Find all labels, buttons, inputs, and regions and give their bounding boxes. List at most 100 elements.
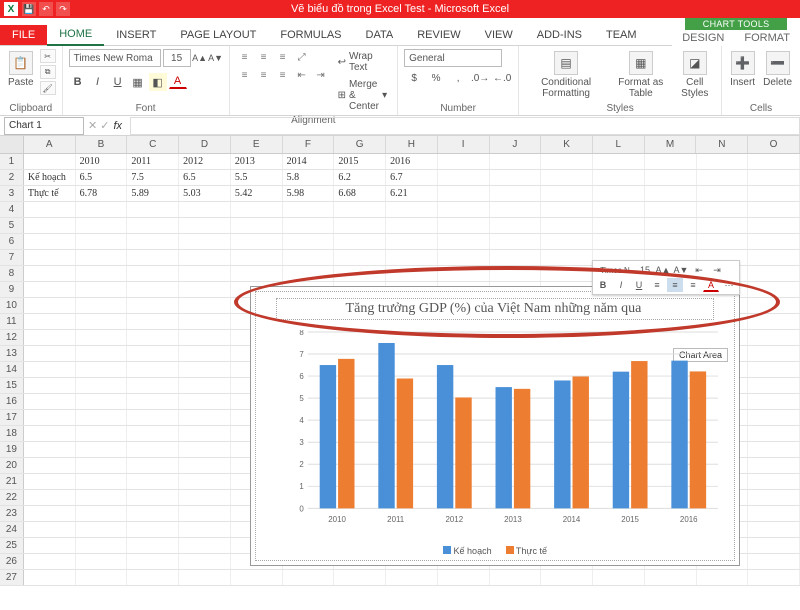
mini-align-right-icon[interactable]: ≡ [685, 278, 701, 292]
col-C[interactable]: C [127, 136, 179, 153]
row-header-25[interactable]: 25 [0, 538, 24, 553]
cell-A18[interactable] [24, 426, 76, 441]
cell-M4[interactable] [645, 202, 697, 217]
align-left-icon[interactable]: ≡ [236, 67, 254, 83]
cell-A8[interactable] [24, 266, 76, 281]
cell-H8[interactable] [386, 266, 438, 281]
cell-K6[interactable] [541, 234, 593, 249]
cell-B19[interactable] [76, 442, 128, 457]
cell-G5[interactable] [334, 218, 386, 233]
cell-F6[interactable] [283, 234, 335, 249]
cell-O11[interactable] [748, 314, 800, 329]
cell-D10[interactable] [179, 298, 231, 313]
row-header-10[interactable]: 10 [0, 298, 24, 313]
cell-I4[interactable] [438, 202, 490, 217]
qat-save-icon[interactable]: 💾 [22, 2, 36, 16]
font-size-selector[interactable]: 15 [163, 49, 191, 67]
worksheet[interactable]: A B C D E F G H I J K L M N O 1201020112… [0, 136, 800, 586]
cell-B21[interactable] [76, 474, 128, 489]
cell-A3[interactable]: Thực tế [24, 186, 76, 201]
cell-C9[interactable] [127, 282, 179, 297]
tab-view[interactable]: VIEW [473, 25, 525, 45]
col-J[interactable]: J [490, 136, 542, 153]
chart-title-text[interactable]: Tăng trưởng GDP (%) của Việt Nam những n… [346, 301, 642, 317]
col-G[interactable]: G [334, 136, 386, 153]
tab-chart-design[interactable]: DESIGN [672, 30, 734, 46]
cell-E3[interactable]: 5.42 [231, 186, 283, 201]
row-header-17[interactable]: 17 [0, 410, 24, 425]
grow-font-icon[interactable]: A▲ [193, 49, 207, 67]
cell-D21[interactable] [179, 474, 231, 489]
cell-L27[interactable] [593, 570, 645, 585]
cell-H7[interactable] [386, 250, 438, 265]
col-D[interactable]: D [179, 136, 231, 153]
cell-O25[interactable] [748, 538, 800, 553]
col-K[interactable]: K [541, 136, 593, 153]
cell-A21[interactable] [24, 474, 76, 489]
font-color-button[interactable]: A [169, 73, 187, 89]
row-header-27[interactable]: 27 [0, 570, 24, 585]
cell-B9[interactable] [76, 282, 128, 297]
cell-D15[interactable] [179, 378, 231, 393]
row-header-4[interactable]: 4 [0, 202, 24, 217]
cell-D12[interactable] [179, 330, 231, 345]
cell-B20[interactable] [76, 458, 128, 473]
row-header-18[interactable]: 18 [0, 426, 24, 441]
row-header-22[interactable]: 22 [0, 490, 24, 505]
cell-M6[interactable] [645, 234, 697, 249]
cell-D6[interactable] [179, 234, 231, 249]
row-header-20[interactable]: 20 [0, 458, 24, 473]
cell-I27[interactable] [438, 570, 490, 585]
cell-A13[interactable] [24, 346, 76, 361]
mini-grow-icon[interactable]: A▲ [655, 263, 671, 277]
cell-D20[interactable] [179, 458, 231, 473]
cell-D17[interactable] [179, 410, 231, 425]
cell-F2[interactable]: 5.8 [283, 170, 335, 185]
cell-A9[interactable] [24, 282, 76, 297]
cell-H2[interactable]: 6.7 [386, 170, 438, 185]
row-header-7[interactable]: 7 [0, 250, 24, 265]
qat-undo-icon[interactable]: ↶ [39, 2, 53, 16]
cell-I3[interactable] [438, 186, 490, 201]
cell-A16[interactable] [24, 394, 76, 409]
row-header-12[interactable]: 12 [0, 330, 24, 345]
cell-C12[interactable] [127, 330, 179, 345]
chart-title-box[interactable]: Tăng trưởng GDP (%) của Việt Nam những n… [276, 298, 714, 320]
shrink-font-icon[interactable]: A▼ [209, 49, 223, 67]
cell-G27[interactable] [334, 570, 386, 585]
tab-review[interactable]: REVIEW [405, 25, 472, 45]
cell-E4[interactable] [231, 202, 283, 217]
row-header-21[interactable]: 21 [0, 474, 24, 489]
percent-icon[interactable]: % [426, 69, 446, 87]
cell-K4[interactable] [541, 202, 593, 217]
cell-M3[interactable] [645, 186, 697, 201]
cell-C11[interactable] [127, 314, 179, 329]
cut-icon[interactable]: ✂ [40, 49, 56, 63]
col-N[interactable]: N [696, 136, 748, 153]
cell-O22[interactable] [748, 490, 800, 505]
cell-G7[interactable] [334, 250, 386, 265]
cell-D8[interactable] [179, 266, 231, 281]
cell-B12[interactable] [76, 330, 128, 345]
cell-G1[interactable]: 2015 [334, 154, 386, 169]
cell-B14[interactable] [76, 362, 128, 377]
cell-O2[interactable] [748, 170, 800, 185]
tab-team[interactable]: TEAM [594, 25, 649, 45]
tab-chart-format[interactable]: FORMAT [734, 30, 800, 46]
cell-B24[interactable] [76, 522, 128, 537]
cell-N27[interactable] [697, 570, 749, 585]
cell-C24[interactable] [127, 522, 179, 537]
cell-C5[interactable] [127, 218, 179, 233]
format-as-table-button[interactable]: ▦Format as Table [611, 49, 670, 101]
cell-D18[interactable] [179, 426, 231, 441]
cell-E6[interactable] [231, 234, 283, 249]
paste-button[interactable]: 📋 Paste [6, 49, 36, 90]
cell-B16[interactable] [76, 394, 128, 409]
cell-K1[interactable] [541, 154, 593, 169]
cell-C10[interactable] [127, 298, 179, 313]
cell-B1[interactable]: 2010 [76, 154, 128, 169]
cell-F1[interactable]: 2014 [283, 154, 335, 169]
mini-font-size[interactable]: 15 [637, 263, 653, 277]
cell-B3[interactable]: 6.78 [76, 186, 128, 201]
cell-E2[interactable]: 5.5 [231, 170, 283, 185]
